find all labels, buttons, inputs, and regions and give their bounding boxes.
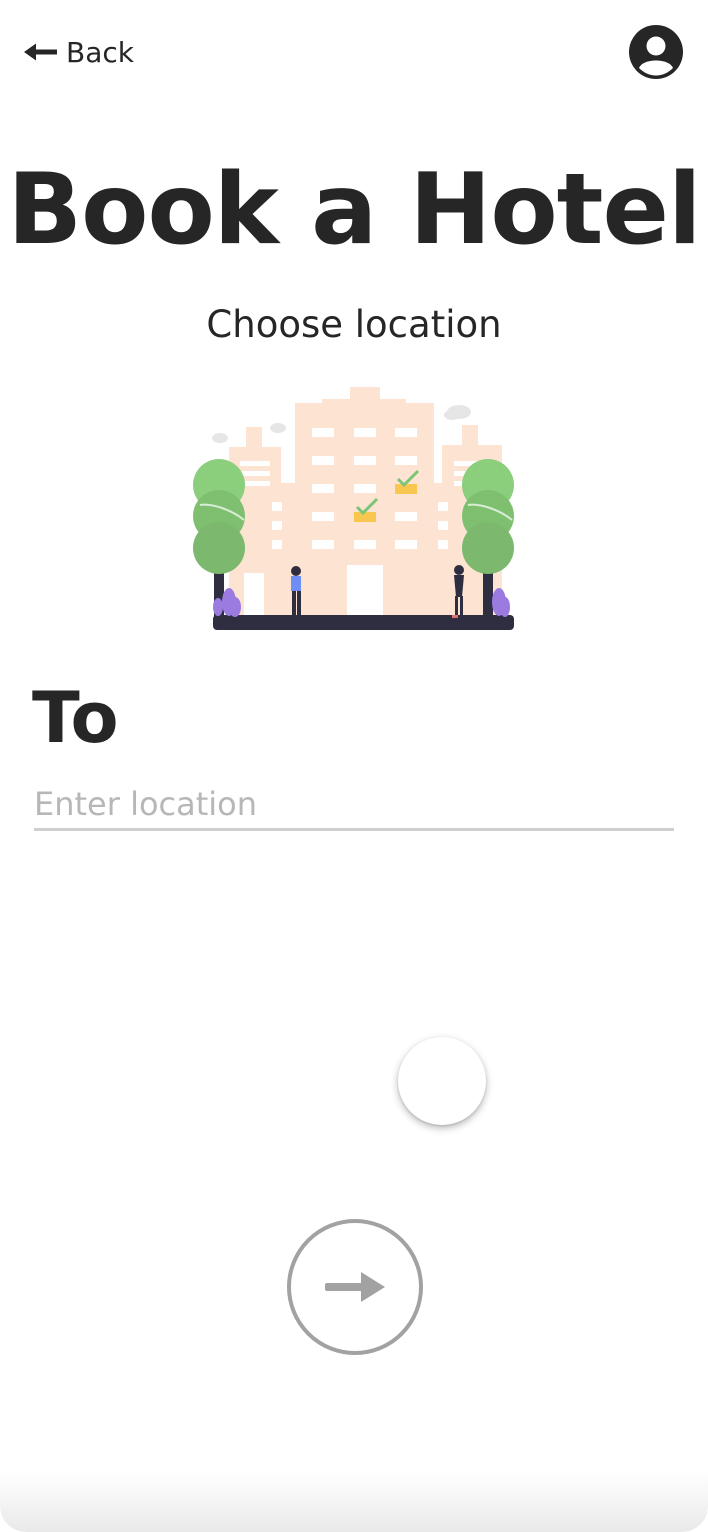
destination-label: To: [32, 677, 119, 759]
hotel-booking-screen: Back Book a Hotel Choose location To Ent…: [0, 0, 708, 1532]
location-input[interactable]: [34, 780, 674, 831]
user-circle-icon: [629, 25, 683, 79]
arrow-left-icon: [24, 42, 58, 62]
page-subtitle: Choose location: [206, 303, 502, 346]
next-button[interactable]: [287, 1219, 423, 1355]
arrow-right-icon: [325, 1272, 385, 1302]
back-button[interactable]: Back: [24, 33, 134, 71]
hotel-illustration: [192, 385, 516, 633]
bottom-shade: [0, 1472, 708, 1532]
back-label: Back: [66, 35, 134, 69]
floating-circle-button[interactable]: [398, 1037, 486, 1125]
profile-button[interactable]: [629, 25, 683, 79]
page-title: Book a Hotel: [7, 153, 701, 267]
